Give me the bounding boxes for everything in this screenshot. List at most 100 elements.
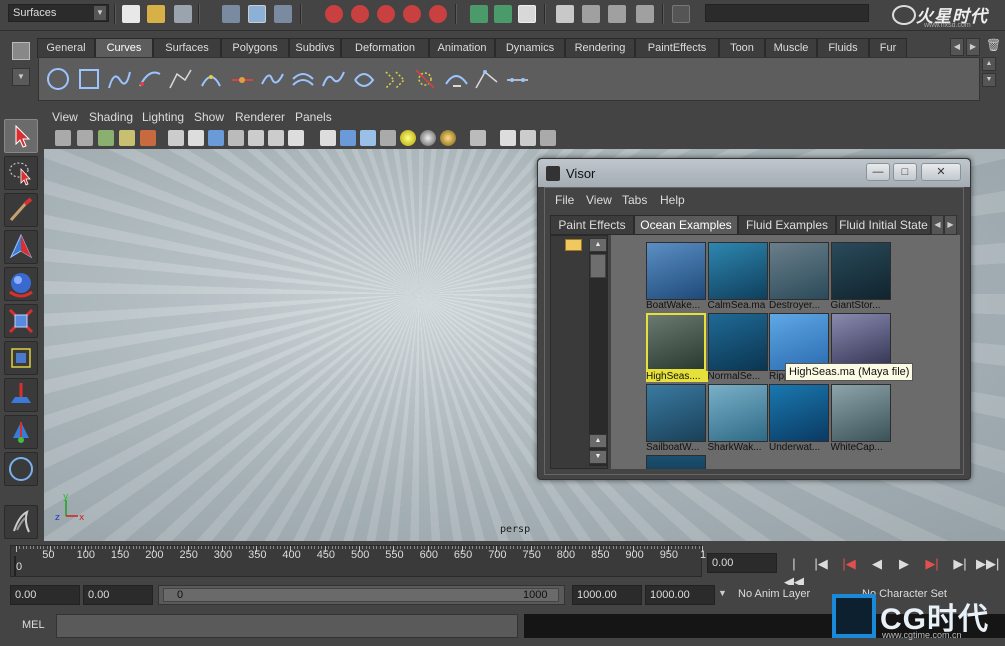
thumbnail-partial[interactable] — [646, 455, 706, 469]
wireframe-on-shaded-icon[interactable] — [360, 130, 376, 146]
go-to-start-button[interactable]: |◀◀ — [784, 555, 804, 589]
shelf-tab-painteffects[interactable]: PaintEffects — [635, 38, 719, 58]
film-gate-icon[interactable] — [188, 130, 204, 146]
ep-curve-icon[interactable] — [137, 66, 163, 92]
shelf-tab-right-icon[interactable]: ▶ — [966, 38, 980, 56]
visor-menu-tabs[interactable]: Tabs — [622, 193, 647, 207]
open-scene-icon[interactable] — [147, 5, 165, 23]
visor-tab-left-icon[interactable]: ◀ — [931, 215, 944, 235]
thumbnail-item[interactable]: HighSeas.... — [646, 313, 708, 383]
render-settings-icon[interactable] — [636, 5, 654, 23]
maximize-button[interactable]: □ — [893, 163, 917, 181]
quick-selection-field[interactable] — [705, 4, 869, 22]
select-by-hierarchy-icon[interactable] — [222, 5, 240, 23]
shelf-scroll[interactable]: ▲ ▼ — [982, 57, 998, 101]
input-connections-icon[interactable] — [470, 5, 488, 23]
anim-layer-field[interactable]: No Anim Layer — [734, 585, 832, 605]
shelf-tab-left-icon[interactable]: ◀ — [950, 38, 964, 56]
wireframe-icon[interactable] — [320, 130, 336, 146]
move-tool[interactable] — [4, 230, 38, 264]
start-time-field[interactable]: 0.00 — [10, 585, 80, 605]
scroll-up-icon[interactable]: ▲ — [589, 238, 607, 252]
shelf-tab-rendering[interactable]: Rendering — [565, 38, 635, 58]
thumbnail-item[interactable]: CalmSea.ma — [707, 242, 768, 312]
tab-fluid-examples[interactable]: Fluid Examples — [738, 215, 836, 235]
shelf-tab-surfaces[interactable]: Surfaces — [153, 38, 221, 58]
insert-knot-icon[interactable] — [290, 66, 316, 92]
reverse-curve-icon[interactable] — [382, 66, 408, 92]
menu-view[interactable]: View — [52, 110, 78, 124]
cut-curve-icon[interactable] — [504, 66, 530, 92]
shadows-icon[interactable] — [420, 130, 436, 146]
rebuild-curve-icon[interactable] — [412, 66, 438, 92]
two-d-pan-zoom-icon[interactable] — [140, 130, 156, 146]
save-scene-icon[interactable] — [174, 5, 192, 23]
high-quality-icon[interactable] — [440, 130, 456, 146]
attach-curves-icon[interactable] — [229, 66, 255, 92]
shelf-tab-toon[interactable]: Toon — [719, 38, 765, 58]
scroll-up-icon[interactable]: ▲ — [982, 57, 996, 71]
step-forward-frame-button[interactable]: ▶| — [922, 555, 942, 573]
snap-to-curve-icon[interactable] — [351, 5, 369, 23]
use-all-lights-icon[interactable] — [400, 130, 416, 146]
go-to-end-button[interactable]: ▶▶| — [976, 555, 999, 573]
menu-panels[interactable]: Panels — [295, 110, 332, 124]
stereo-icon[interactable] — [540, 130, 556, 146]
range-slider-bar[interactable] — [163, 588, 559, 602]
visor-tab-right-icon[interactable]: ▶ — [944, 215, 957, 235]
soft-modification-tool[interactable] — [4, 378, 38, 412]
visor-menu-view[interactable]: View — [586, 193, 612, 207]
step-back-frame-button[interactable]: |◀ — [839, 555, 859, 573]
shelf-tab-fluids[interactable]: Fluids — [817, 38, 869, 58]
offset-curve-icon[interactable] — [351, 66, 377, 92]
anim-layer-chevron-icon[interactable]: ▼ — [718, 588, 727, 598]
pencil-curve-icon[interactable] — [167, 66, 193, 92]
menu-shading[interactable]: Shading — [89, 110, 133, 124]
shelf-tab-curves[interactable]: Curves — [95, 38, 153, 58]
thumbnail-item[interactable]: Destroyer... — [769, 242, 829, 312]
thumbnail-item[interactable]: GiantStor... — [830, 242, 891, 312]
visor-title-bar[interactable]: Visor — □ ✕ — [538, 159, 970, 187]
trash-icon[interactable]: 🗑 — [986, 38, 1001, 54]
smooth-shade-icon[interactable] — [340, 130, 356, 146]
detach-curves-icon[interactable] — [259, 66, 285, 92]
shelf-menu-chevron-icon[interactable]: ▼ — [12, 68, 30, 86]
output-connections-icon[interactable] — [494, 5, 512, 23]
scroll-up-icon[interactable]: ▲ — [589, 434, 607, 448]
range-slider[interactable]: 0 1000 — [158, 585, 565, 605]
xray-icon[interactable] — [500, 130, 516, 146]
tab-fluid-initial-state[interactable]: Fluid Initial State — [836, 215, 931, 235]
extend-curve-icon[interactable] — [320, 66, 346, 92]
thumbnail-item[interactable]: SharkWak... — [707, 384, 768, 454]
select-by-object-icon[interactable] — [248, 5, 266, 23]
rotate-tool[interactable] — [4, 267, 38, 301]
bookmarks-icon[interactable] — [98, 130, 114, 146]
shelf-tabs-icon[interactable] — [12, 42, 30, 60]
square-curve-icon[interactable] — [76, 66, 102, 92]
textured-icon[interactable] — [380, 130, 396, 146]
thumbnail-item[interactable]: WhiteCap... — [830, 384, 891, 454]
close-button[interactable]: ✕ — [921, 163, 961, 181]
image-plane-icon[interactable] — [119, 130, 135, 146]
shelf-tab-muscle[interactable]: Muscle — [765, 38, 817, 58]
grid-icon[interactable] — [168, 130, 184, 146]
shelf-tab-fur[interactable]: Fur — [869, 38, 907, 58]
snap-to-grid-icon[interactable] — [325, 5, 343, 23]
minimize-button[interactable]: — — [866, 163, 890, 181]
visor-tree-scrollbar[interactable]: ▲ ▲ ▼ — [589, 238, 607, 466]
show-manipulator-tool[interactable] — [4, 415, 38, 449]
field-chart-icon[interactable] — [248, 130, 264, 146]
step-back-key-button[interactable]: |◀ — [811, 555, 831, 573]
make-live-icon[interactable] — [429, 5, 447, 23]
menu-show[interactable]: Show — [194, 110, 224, 124]
play-forwards-button[interactable]: ▶ — [894, 555, 914, 573]
folder-icon[interactable] — [565, 239, 582, 251]
menu-lighting[interactable]: Lighting — [142, 110, 184, 124]
shelf-tab-dynamics[interactable]: Dynamics — [495, 38, 565, 58]
snap-to-point-icon[interactable] — [377, 5, 395, 23]
lasso-tool[interactable] — [4, 156, 38, 190]
select-by-component-icon[interactable] — [274, 5, 292, 23]
new-scene-icon[interactable] — [122, 5, 140, 23]
visor-menu-help[interactable]: Help — [660, 193, 685, 207]
fillet-curve-icon[interactable] — [443, 66, 469, 92]
